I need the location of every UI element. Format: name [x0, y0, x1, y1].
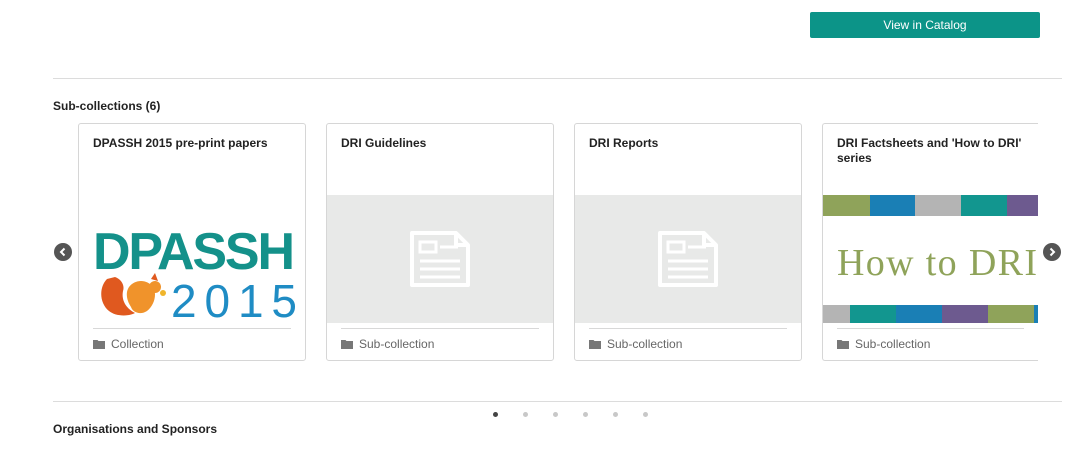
image-placeholder [575, 195, 801, 323]
carousel-next-button[interactable] [1043, 243, 1061, 261]
document-placeholder-icon [410, 231, 470, 287]
banner-text: How to DRI [837, 242, 1037, 284]
image-placeholder [327, 195, 553, 323]
card-type-label: Sub-collection [359, 337, 435, 351]
document-placeholder-icon [658, 231, 718, 287]
bottom-divider [53, 401, 1062, 402]
card-title: DRI Reports [589, 136, 659, 150]
organisations-heading: Organisations and Sponsors [53, 422, 218, 436]
subcollection-card-dri-factsheets[interactable]: DRI Factsheets and 'How to DRI' series H… [822, 123, 1038, 361]
folder-icon [341, 340, 353, 349]
card-type-label: Sub-collection [607, 337, 683, 351]
card-divider [589, 328, 787, 329]
carousel-dot[interactable] [643, 412, 648, 417]
chevron-left-icon [59, 247, 66, 257]
carousel-dot[interactable] [493, 412, 498, 417]
carousel-dot[interactable] [523, 412, 528, 417]
subcollection-card-dri-reports[interactable]: DRI Reports Sub-collection [574, 123, 802, 361]
view-in-catalog-button[interactable]: View in Catalog [810, 12, 1040, 38]
card-type: Sub-collection [837, 337, 930, 351]
chevron-right-icon [1049, 247, 1056, 257]
card-type: Collection [93, 337, 164, 351]
logo-year: 2015 [171, 275, 297, 323]
carousel-prev-button[interactable] [54, 243, 72, 261]
card-type-label: Sub-collection [855, 337, 931, 351]
how-to-dri-banner: How to DRI [823, 195, 1038, 323]
carousel-dot[interactable] [613, 412, 618, 417]
card-type: Sub-collection [589, 337, 682, 351]
subcollection-card-dpassh[interactable]: DPASSH 2015 pre-print papers DPASSH 2015… [78, 123, 306, 361]
card-title: DRI Factsheets and 'How to DRI' series [837, 136, 1022, 165]
carousel-pagination [493, 412, 673, 417]
dpassh-logo: DPASSH 2015 [79, 195, 305, 327]
carousel-dot[interactable] [583, 412, 588, 417]
card-type-label: Collection [111, 337, 164, 351]
card-title: DRI Guidelines [341, 136, 427, 150]
top-divider [53, 78, 1062, 79]
card-divider [341, 328, 539, 329]
subcollections-heading: Sub-collections (6) [53, 99, 161, 113]
card-type: Sub-collection [341, 337, 434, 351]
card-divider [93, 328, 291, 329]
subcollection-card-dri-guidelines[interactable]: DRI Guidelines Sub-collection [326, 123, 554, 361]
folder-icon [93, 340, 105, 349]
folder-icon [837, 340, 849, 349]
card-title: DPASSH 2015 pre-print papers [93, 136, 268, 150]
carousel-dot[interactable] [553, 412, 558, 417]
card-divider [837, 328, 1024, 329]
logo-text: DPASSH [93, 223, 295, 281]
folder-icon [589, 340, 601, 349]
